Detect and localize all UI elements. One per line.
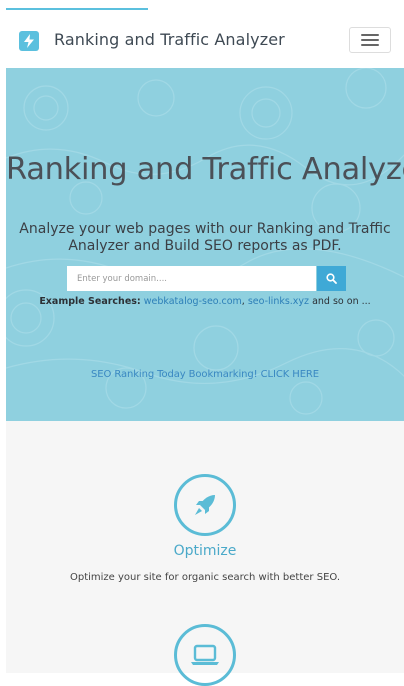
feature-title-optimize: Optimize (173, 543, 237, 559)
example-searches: Example Searches: webkatalog-seo.com, se… (6, 296, 404, 307)
examples-tail: and so on ... (312, 296, 371, 307)
example-link-1[interactable]: webkatalog-seo.com (144, 296, 242, 307)
example-link-2[interactable]: seo-links.xyz (248, 296, 309, 307)
lightning-icon[interactable] (19, 31, 39, 51)
search-icon (326, 273, 337, 284)
brand-title[interactable]: Ranking and Traffic Analyzer (54, 30, 285, 49)
menu-bar (361, 39, 379, 41)
hero-subtitle: Analyze your web pages with our Ranking … (19, 221, 391, 254)
hamburger-menu-button[interactable] (349, 27, 391, 53)
feature-desc-optimize: Optimize your site for organic search wi… (69, 572, 341, 583)
hero-section: Ranking and Traffic Analyzer Analyze you… (6, 68, 404, 421)
hero-title: Ranking and Traffic Analyzer (6, 152, 404, 187)
bookmark-link[interactable]: SEO Ranking Today Bookmarking! CLICK HER… (6, 369, 404, 380)
example-separator: , (241, 296, 245, 307)
search-button[interactable] (317, 266, 346, 291)
laptop-icon (174, 624, 236, 686)
features-section: Optimize Optimize your site for organic … (6, 421, 404, 686)
examples-label: Example Searches: (39, 296, 141, 307)
menu-bar (361, 34, 379, 36)
menu-bar (361, 44, 379, 46)
domain-search-input[interactable]: Enter your domain.... (67, 266, 316, 291)
rocket-icon (174, 474, 236, 536)
